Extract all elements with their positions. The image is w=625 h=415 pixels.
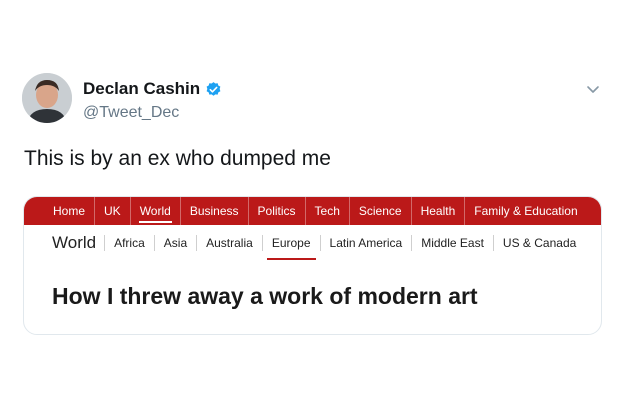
top-nav: Home UK World Business Politics Tech Sci…	[24, 197, 601, 225]
article-headline[interactable]: How I threw away a work of modern art	[52, 283, 478, 310]
nav-item-family-education[interactable]: Family & Education	[465, 197, 586, 225]
nav-item-home[interactable]: Home	[46, 197, 96, 225]
sub-nav-item-europe[interactable]: Europe	[261, 235, 320, 260]
handle[interactable]: @Tweet_Dec	[83, 104, 179, 122]
sub-nav-item-us-canada[interactable]: US & Canada	[492, 235, 585, 251]
nav-item-science[interactable]: Science	[350, 197, 412, 225]
nav-item-politics[interactable]: Politics	[249, 197, 306, 225]
name-row: Declan Cashin	[83, 79, 222, 99]
chevron-down-icon[interactable]	[585, 81, 601, 97]
sub-nav-item-middle-east[interactable]: Middle East	[411, 235, 493, 251]
sub-nav-item-australia[interactable]: Australia	[196, 235, 262, 251]
sub-nav-item-africa[interactable]: Africa	[104, 235, 154, 251]
nav-item-business[interactable]: Business	[181, 197, 249, 225]
avatar[interactable]	[22, 73, 72, 123]
sub-nav-item-asia[interactable]: Asia	[153, 235, 196, 251]
verified-badge-icon	[205, 81, 222, 98]
sub-nav: World Africa Asia Australia Europe Latin…	[52, 231, 585, 260]
nav-item-health[interactable]: Health	[412, 197, 466, 225]
image-card[interactable]: Home UK World Business Politics Tech Sci…	[23, 196, 602, 335]
avatar-image	[22, 73, 72, 123]
tweet-text: This is by an ex who dumped me	[24, 147, 331, 170]
section-title: World	[52, 233, 97, 252]
nav-item-uk[interactable]: UK	[95, 197, 131, 225]
tweet-header: Declan Cashin @Tweet_Dec	[22, 73, 607, 133]
sub-nav-item-latin-america[interactable]: Latin America	[319, 235, 412, 251]
nav-item-world[interactable]: World	[131, 197, 181, 225]
display-name[interactable]: Declan Cashin	[83, 79, 200, 99]
nav-item-tech[interactable]: Tech	[306, 197, 350, 225]
